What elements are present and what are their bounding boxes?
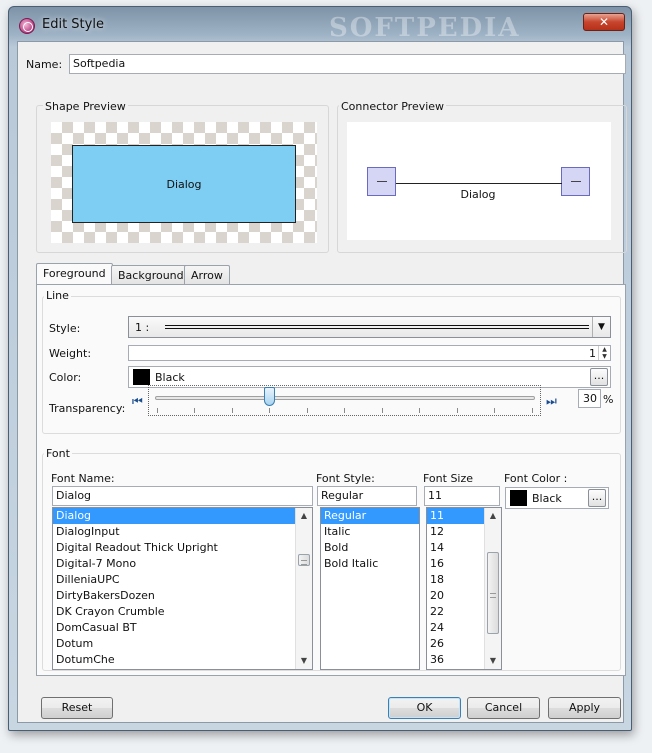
line-style-preview [165, 325, 589, 329]
line-section-title: Line [44, 289, 71, 302]
slider-tick [269, 408, 270, 413]
list-item[interactable]: DotumChe [53, 652, 312, 668]
list-item[interactable]: Dialog [53, 508, 312, 524]
font-color-picker-button[interactable]: ... [588, 489, 606, 507]
transparency-last-icon[interactable]: ⏭ [546, 394, 557, 409]
scroll-down-icon[interactable]: ▼ [485, 653, 501, 669]
spinner-arrows-icon[interactable]: ▲ ▼ [598, 346, 610, 360]
list-item[interactable]: DilleniaUPC [53, 572, 312, 588]
font-size-label: Font Size [423, 472, 474, 485]
connector-line [396, 183, 562, 184]
slider-tick [194, 408, 195, 413]
font-name-input[interactable]: Dialog [52, 486, 313, 506]
transparency-first-icon[interactable]: ⏮ [132, 394, 143, 409]
shape-preview-label: Dialog [166, 178, 202, 191]
title-bar[interactable]: Edit Style SOFTPEDIA ✕ [9, 7, 631, 43]
window-title: Edit Style [42, 17, 104, 32]
font-size-scrollbar[interactable]: ▲ ▼ [484, 508, 501, 669]
list-item[interactable]: DirtyBakersDozen [53, 588, 312, 604]
line-weight-spinner[interactable]: 1 ▲ ▼ [128, 345, 611, 361]
chevron-down-icon[interactable]: ▼ [592, 317, 610, 337]
font-style-label: Font Style: [316, 472, 375, 485]
font-style-input[interactable]: Regular [317, 486, 417, 506]
transparency-input[interactable]: 30 [578, 389, 601, 408]
list-item[interactable]: Digital Readout Thick Upright [53, 540, 312, 556]
scroll-up-icon[interactable]: ▲ [485, 508, 501, 524]
font-section-title: Font [44, 447, 72, 460]
edit-style-window: Edit Style SOFTPEDIA ✕ Name: Softpedia S… [8, 6, 632, 731]
font-color-value: Black [532, 492, 562, 505]
tab-background[interactable]: Background [111, 265, 191, 285]
line-weight-value: 1 [589, 347, 596, 360]
font-name-list[interactable]: Dialog DialogInput Digital Readout Thick… [52, 507, 313, 670]
line-weight-label: Weight: [49, 347, 92, 360]
line-color-swatch [133, 369, 150, 385]
connector-start-port [367, 167, 396, 196]
app-icon [19, 18, 35, 34]
name-label: Name: [26, 58, 63, 71]
line-color-picker-button[interactable]: ... [590, 368, 608, 386]
watermark-text: SOFTPEDIA [329, 13, 521, 43]
list-item[interactable]: Dotum [53, 636, 312, 652]
list-item[interactable]: Digital-7 Mono [53, 556, 312, 572]
slider-tick [307, 408, 308, 413]
font-name-scrollbar[interactable]: ▲ ▼ [295, 508, 312, 669]
dialog-client: Name: Softpedia Shape Preview Dialog Con… [17, 41, 627, 723]
scroll-thumb[interactable] [298, 554, 310, 566]
transparency-thumb[interactable] [264, 387, 275, 406]
scroll-down-icon[interactable]: ▼ [296, 653, 312, 669]
tab-foreground[interactable]: Foreground [36, 263, 113, 285]
ok-button[interactable]: OK [388, 697, 461, 719]
scroll-up-icon[interactable]: ▲ [296, 508, 312, 524]
transparency-label: Transparency: [49, 402, 126, 415]
line-style-value: 1 : [135, 321, 150, 334]
slider-tick [419, 408, 420, 413]
font-size-input[interactable]: 11 [424, 486, 500, 506]
shape-preview-title: Shape Preview [43, 100, 128, 113]
slider-tick [494, 408, 495, 413]
transparency-unit: % [603, 393, 614, 406]
line-color-value: Black [155, 371, 185, 384]
line-color-label: Color: [49, 371, 82, 384]
slider-tick [232, 408, 233, 413]
list-item[interactable]: DK Crayon Crumble [53, 604, 312, 620]
list-item[interactable]: DialogInput [53, 524, 312, 540]
list-item[interactable]: Bold [321, 540, 419, 556]
connector-end-port [561, 167, 590, 196]
name-input[interactable]: Softpedia [69, 54, 626, 74]
font-color-field[interactable]: Black ... [505, 487, 609, 509]
list-item[interactable]: Bold Italic [321, 556, 419, 572]
reset-button[interactable]: Reset [41, 697, 113, 719]
font-style-list[interactable]: Regular Italic Bold Bold Italic [320, 507, 420, 670]
slider-tick [532, 408, 533, 413]
font-color-label: Font Color : [504, 472, 568, 485]
slider-tick [344, 408, 345, 413]
list-item[interactable]: Regular [321, 508, 419, 524]
font-size-list[interactable]: 11 12 14 16 18 20 22 24 26 36 ▲ ▼ [426, 507, 502, 670]
cancel-button[interactable]: Cancel [467, 697, 540, 719]
slider-tick [457, 408, 458, 413]
apply-button[interactable]: Apply [548, 697, 621, 719]
font-name-label: Font Name: [51, 472, 115, 485]
line-style-select[interactable]: 1 : ▼ [128, 316, 611, 338]
connector-preview-label: Dialog [460, 188, 496, 201]
close-button[interactable]: ✕ [583, 13, 625, 31]
connector-preview-title: Connector Preview [339, 100, 447, 113]
slider-tick [382, 408, 383, 413]
tab-arrow[interactable]: Arrow [184, 265, 230, 285]
scroll-thumb[interactable] [487, 552, 499, 634]
list-item[interactable]: DomCasual BT [53, 620, 312, 636]
font-color-swatch [510, 490, 527, 506]
slider-tick [157, 408, 158, 413]
line-style-label: Style: [49, 322, 81, 335]
transparency-track [155, 396, 535, 400]
list-item[interactable]: Italic [321, 524, 419, 540]
